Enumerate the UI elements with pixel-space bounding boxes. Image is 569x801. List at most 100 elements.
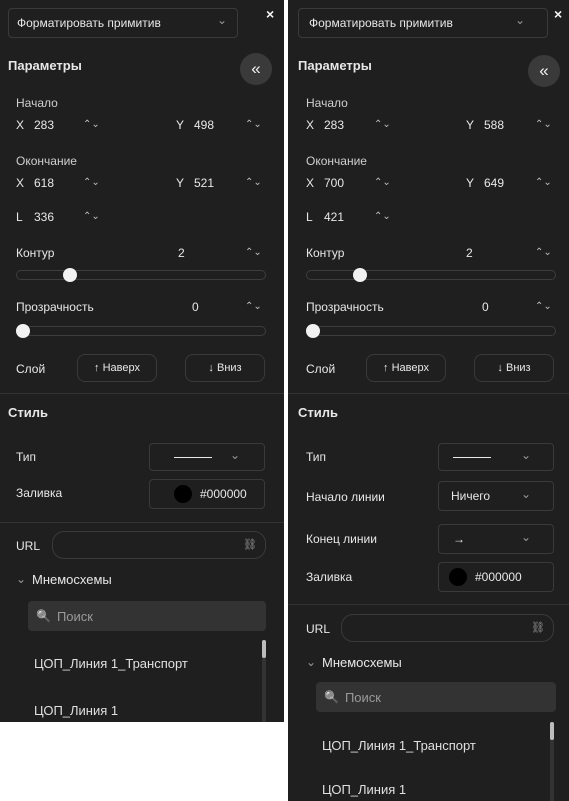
- end-x-prefix: X: [306, 176, 315, 190]
- end-x-input[interactable]: 618: [34, 176, 54, 190]
- chevron-down-icon: ⌄: [216, 13, 227, 27]
- close-icon[interactable]: ×: [266, 6, 274, 22]
- url-input[interactable]: ⛓: [52, 531, 266, 559]
- search-icon: 🔍: [324, 690, 339, 704]
- end-x-input[interactable]: 700: [324, 176, 344, 190]
- list-item[interactable]: ЦОП_Линия 1: [34, 703, 118, 718]
- opacity-spinner-icon[interactable]: ⌃⌄: [535, 301, 552, 312]
- arrow-right-icon: →: [453, 532, 465, 546]
- search-placeholder: Поиск: [56, 608, 93, 624]
- scrollbar-thumb[interactable]: [262, 640, 266, 658]
- params-title: Параметры: [8, 58, 82, 73]
- search-input[interactable]: 🔍 Поиск: [316, 682, 556, 712]
- fill-label: Заливка: [306, 570, 353, 584]
- start-x-prefix: X: [16, 118, 25, 132]
- outline-spinner-icon[interactable]: ⌃⌄: [245, 247, 262, 258]
- opacity-slider[interactable]: [16, 326, 266, 336]
- fill-color-value: #000000: [475, 570, 522, 584]
- chevron-down-icon: ⌄: [520, 487, 531, 501]
- type-label: Тип: [306, 450, 327, 464]
- opacity-value[interactable]: 0: [192, 300, 199, 314]
- outline-slider[interactable]: [306, 270, 556, 280]
- move-down-button[interactable]: ↓ Вниз: [474, 354, 554, 382]
- link-icon[interactable]: ⛓: [243, 538, 257, 551]
- list-item[interactable]: ЦОП_Линия 1_Транспорт: [322, 738, 476, 753]
- line-start-value: Ничего: [451, 489, 491, 503]
- line-type-dropdown[interactable]: ⌄: [149, 443, 265, 471]
- chevron-down-icon: ⌄: [514, 13, 525, 27]
- start-x-input[interactable]: 283: [34, 118, 54, 132]
- start-y-spinner-icon[interactable]: ⌃⌄: [245, 119, 262, 130]
- line-start-dropdown[interactable]: Ничего ⌄: [438, 481, 554, 511]
- start-label: Начало: [16, 96, 58, 110]
- mnemo-section-label[interactable]: Мнемосхемы: [32, 572, 112, 587]
- fill-color-picker[interactable]: #000000: [438, 562, 554, 592]
- outline-slider[interactable]: [16, 270, 266, 280]
- start-y-prefix: Y: [466, 118, 475, 132]
- length-input[interactable]: 421: [324, 210, 344, 224]
- end-y-input[interactable]: 521: [194, 176, 214, 190]
- search-input[interactable]: 🔍 Поиск: [28, 601, 266, 631]
- end-x-prefix: X: [16, 176, 25, 190]
- layer-label: Слой: [306, 362, 336, 376]
- length-prefix: L: [16, 210, 23, 224]
- mnemo-section-label[interactable]: Мнемосхемы: [322, 655, 402, 670]
- start-y-input[interactable]: 588: [484, 118, 504, 132]
- end-x-spinner-icon[interactable]: ⌃⌄: [374, 177, 391, 188]
- move-up-button[interactable]: ↑ Наверх: [366, 354, 446, 382]
- opacity-value[interactable]: 0: [482, 300, 489, 314]
- collapse-button[interactable]: «: [240, 53, 272, 85]
- link-icon[interactable]: ⛓: [531, 621, 545, 634]
- end-y-spinner-icon[interactable]: ⌃⌄: [535, 177, 552, 188]
- format-dropdown[interactable]: Форматировать примитив ⌄: [8, 8, 238, 38]
- length-prefix: L: [306, 210, 313, 224]
- end-label: Окончание: [16, 154, 77, 168]
- scrollbar-thumb[interactable]: [550, 722, 554, 740]
- chevron-down-icon[interactable]: ⌄: [306, 655, 316, 669]
- close-icon[interactable]: ×: [554, 6, 562, 22]
- collapse-button[interactable]: «: [528, 55, 560, 87]
- divider: [288, 604, 569, 605]
- fill-color-picker[interactable]: #000000: [149, 479, 265, 509]
- opacity-label: Прозрачность: [16, 300, 94, 314]
- url-input[interactable]: ⛓: [341, 614, 554, 642]
- search-placeholder: Поиск: [344, 689, 381, 705]
- start-y-input[interactable]: 498: [194, 118, 214, 132]
- start-x-spinner-icon[interactable]: ⌃⌄: [83, 119, 100, 130]
- length-spinner-icon[interactable]: ⌃⌄: [374, 211, 391, 222]
- chevron-down-icon: ⌄: [520, 448, 531, 462]
- opacity-spinner-icon[interactable]: ⌃⌄: [245, 301, 262, 312]
- line-type-dropdown[interactable]: ⌄: [438, 443, 554, 471]
- outline-value[interactable]: 2: [178, 246, 185, 260]
- start-y-spinner-icon[interactable]: ⌃⌄: [535, 119, 552, 130]
- format-panel-right: Форматировать примитив ⌄ × Параметры « Н…: [288, 0, 569, 801]
- chevron-down-icon[interactable]: ⌄: [16, 572, 26, 586]
- move-down-button[interactable]: ↓ Вниз: [185, 354, 265, 382]
- move-up-button[interactable]: ↑ Наверх: [77, 354, 157, 382]
- outline-value[interactable]: 2: [466, 246, 473, 260]
- url-label: URL: [306, 622, 331, 636]
- opacity-slider[interactable]: [306, 326, 556, 336]
- layer-label: Слой: [16, 362, 46, 376]
- start-x-input[interactable]: 283: [324, 118, 344, 132]
- color-swatch: [449, 568, 467, 586]
- outline-spinner-icon[interactable]: ⌃⌄: [535, 247, 552, 258]
- list-item[interactable]: ЦОП_Линия 1_Транспорт: [34, 656, 188, 671]
- divider: [288, 393, 569, 394]
- url-label: URL: [16, 539, 41, 553]
- end-y-input[interactable]: 649: [484, 176, 504, 190]
- list-item[interactable]: ЦОП_Линия 1: [322, 782, 406, 797]
- divider: [0, 393, 284, 394]
- start-x-spinner-icon[interactable]: ⌃⌄: [374, 119, 391, 130]
- format-dropdown[interactable]: Форматировать примитив ⌄: [298, 8, 548, 38]
- end-y-spinner-icon[interactable]: ⌃⌄: [245, 177, 262, 188]
- length-input[interactable]: 336: [34, 210, 54, 224]
- line-end-dropdown[interactable]: → ⌄: [438, 524, 554, 554]
- length-spinner-icon[interactable]: ⌃⌄: [83, 211, 100, 222]
- format-panel-left: Форматировать примитив ⌄ × Параметры « Н…: [0, 0, 284, 722]
- outline-label: Контур: [16, 246, 55, 260]
- end-y-prefix: Y: [176, 176, 185, 190]
- opacity-slider-handle[interactable]: [306, 324, 320, 338]
- opacity-slider-handle[interactable]: [16, 324, 30, 338]
- end-x-spinner-icon[interactable]: ⌃⌄: [83, 177, 100, 188]
